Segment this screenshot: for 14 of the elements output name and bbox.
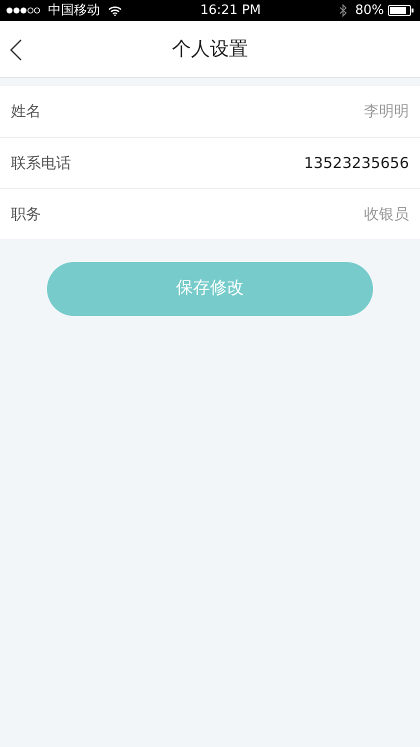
wifi-icon	[108, 6, 122, 16]
field-label: 姓名	[11, 101, 41, 122]
field-label: 联系电话	[11, 152, 71, 174]
status-time: 16:21 PM	[200, 2, 261, 20]
signal-icon	[6, 7, 40, 14]
input-field[interactable]: 13523235656	[209, 152, 409, 174]
battery-percent: 80%	[355, 2, 384, 20]
bluetooth-icon	[339, 4, 348, 17]
field-label: 职务	[11, 204, 41, 225]
carrier-name: 中国移动	[48, 2, 100, 20]
input-field[interactable]: 收银员	[209, 202, 409, 226]
battery-icon	[388, 5, 414, 16]
input-field[interactable]: 李明明	[209, 100, 409, 123]
page-title: 个人设置	[172, 36, 248, 62]
